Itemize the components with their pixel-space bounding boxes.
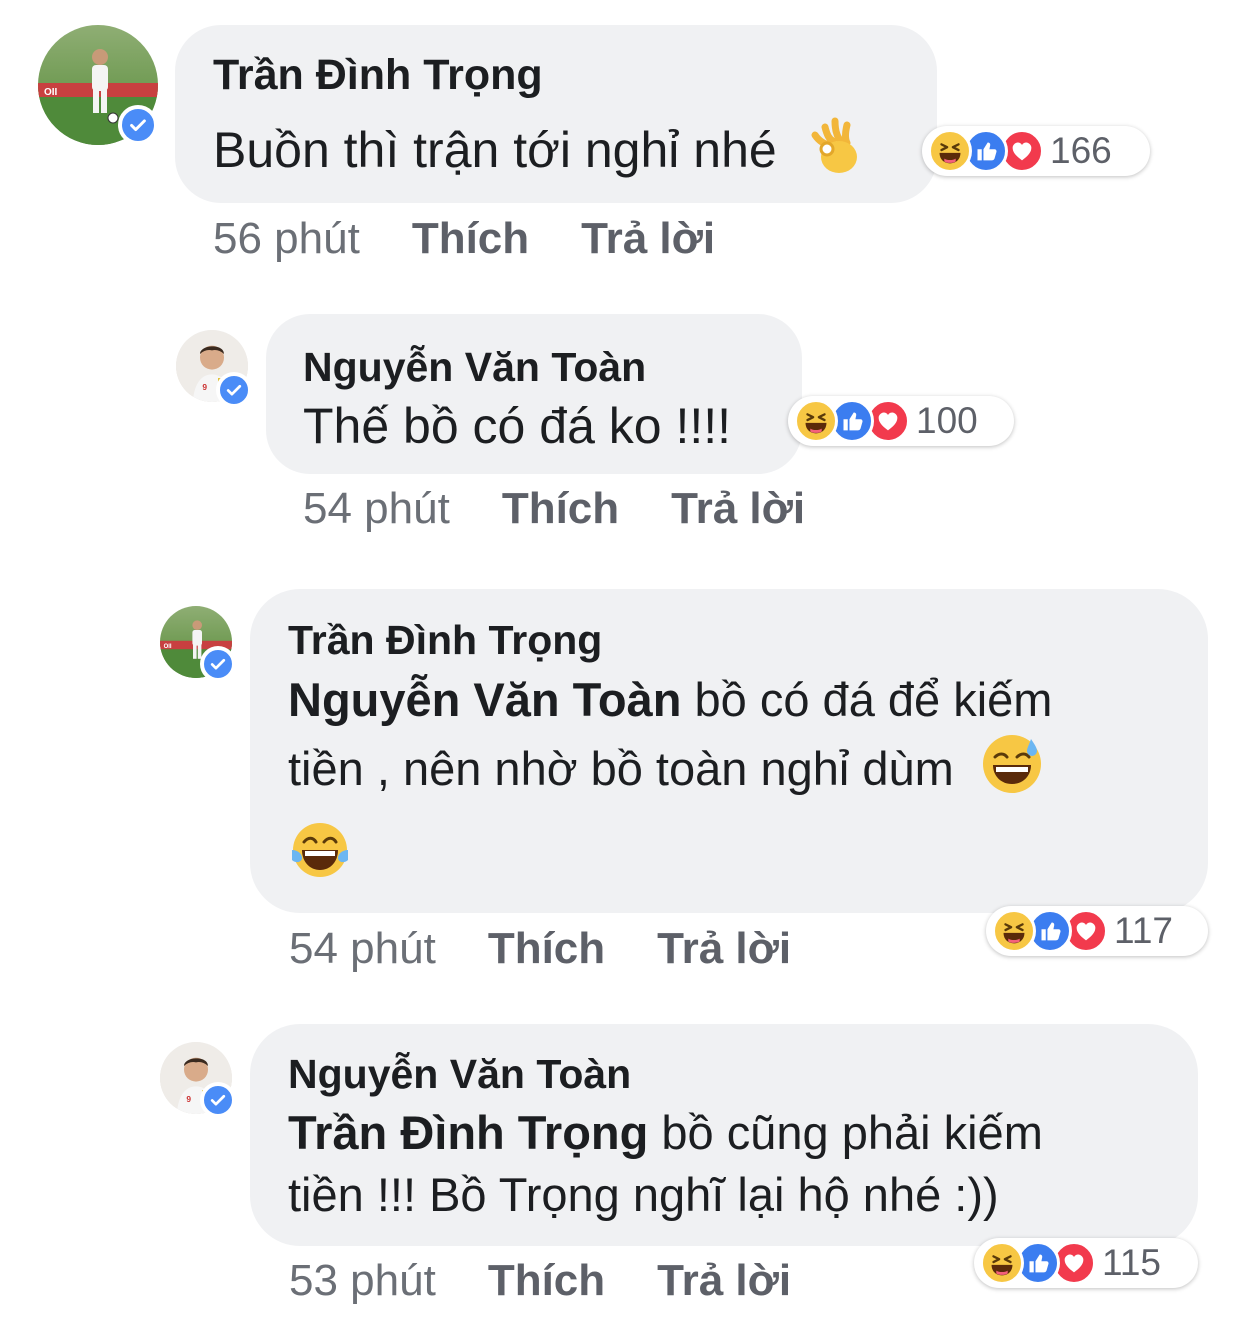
haha-icon	[992, 909, 1036, 953]
reaction-summary[interactable]: 100	[788, 396, 1014, 446]
mention-link[interactable]: Nguyễn Văn Toàn	[288, 673, 681, 726]
comment-text: Nguyễn Văn Toàn bồ có đá để kiếm tiền , …	[288, 667, 1188, 897]
comment-text: Trần Đình Trọng bồ cũng phải kiếm tiền !…	[288, 1102, 1188, 1226]
ok-hand-emoji-icon	[805, 115, 861, 193]
reaction-count: 117	[1114, 910, 1173, 951]
comment-actions: 56 phút Thích Trả lời	[213, 214, 715, 264]
reaction-summary[interactable]: 166	[922, 126, 1150, 176]
reply-button[interactable]: Trả lời	[657, 1256, 791, 1306]
comment-bubble: Nguyễn Văn Toàn Thế bồ có đá ko !!!!	[266, 314, 802, 474]
verified-badge-icon	[200, 1082, 236, 1118]
reaction-count: 166	[1050, 130, 1112, 171]
comment-actions: 54 phút Thích Trả lời	[303, 484, 805, 534]
sweat-smile-emoji-icon	[981, 733, 1043, 812]
comment-bubble: Trần Đình Trọng Nguyễn Văn Toàn bồ có đá…	[250, 589, 1208, 913]
comment-actions: 53 phút Thích Trả lời	[289, 1256, 791, 1306]
author-name[interactable]: Nguyễn Văn Toàn	[303, 344, 646, 391]
reply-button[interactable]: Trả lời	[581, 214, 715, 264]
author-name[interactable]: Trần Đình Trọng	[288, 617, 602, 664]
comment-bubble: Trần Đình Trọng Buồn thì trận tới nghỉ n…	[175, 25, 937, 203]
reaction-summary[interactable]: 115	[974, 1238, 1198, 1288]
comment-actions: 54 phút Thích Trả lời	[289, 924, 791, 974]
comment-text: Thế bồ có đá ko !!!!	[303, 398, 732, 454]
verified-badge-icon	[200, 646, 236, 682]
comment-text: Buồn thì trận tới nghỉ nhé	[213, 115, 861, 193]
like-button[interactable]: Thích	[488, 1256, 605, 1306]
comment-bubble: Nguyễn Văn Toàn Trần Đình Trọng bồ cũng …	[250, 1024, 1198, 1246]
author-name[interactable]: Trần Đình Trọng	[213, 51, 543, 100]
reaction-summary[interactable]: 117	[986, 906, 1208, 956]
comment-text-line: tiền !!! Bồ Trọng nghĩ lại hộ nhé :))	[288, 1168, 999, 1221]
timestamp[interactable]: 54 phút	[303, 484, 450, 534]
timestamp[interactable]: 54 phút	[289, 924, 436, 974]
reaction-count: 100	[916, 400, 978, 441]
timestamp[interactable]: 53 phút	[289, 1256, 436, 1306]
comment-text-line: bồ có đá để kiếm	[694, 673, 1053, 726]
like-button[interactable]: Thích	[502, 484, 619, 534]
like-button[interactable]: Thích	[412, 214, 529, 264]
reply-button[interactable]: Trả lời	[671, 484, 805, 534]
mention-link[interactable]: Trần Đình Trọng	[288, 1106, 648, 1159]
tears-of-joy-emoji-icon	[288, 820, 352, 897]
like-button[interactable]: Thích	[488, 924, 605, 974]
timestamp[interactable]: 56 phút	[213, 214, 360, 264]
haha-icon	[980, 1241, 1024, 1285]
haha-icon	[928, 129, 972, 173]
reaction-count: 115	[1102, 1242, 1161, 1283]
comment-text-line: bồ cũng phải kiếm	[661, 1106, 1043, 1159]
comment-text-line: tiền , nên nhờ bồ toàn nghỉ dùm	[288, 741, 954, 795]
author-name[interactable]: Nguyễn Văn Toàn	[288, 1051, 631, 1098]
haha-icon	[794, 399, 838, 443]
verified-badge-icon	[118, 105, 158, 145]
reply-button[interactable]: Trả lời	[657, 924, 791, 974]
verified-badge-icon	[216, 372, 252, 408]
comment-text-body: Buồn thì trận tới nghỉ nhé	[213, 122, 777, 179]
